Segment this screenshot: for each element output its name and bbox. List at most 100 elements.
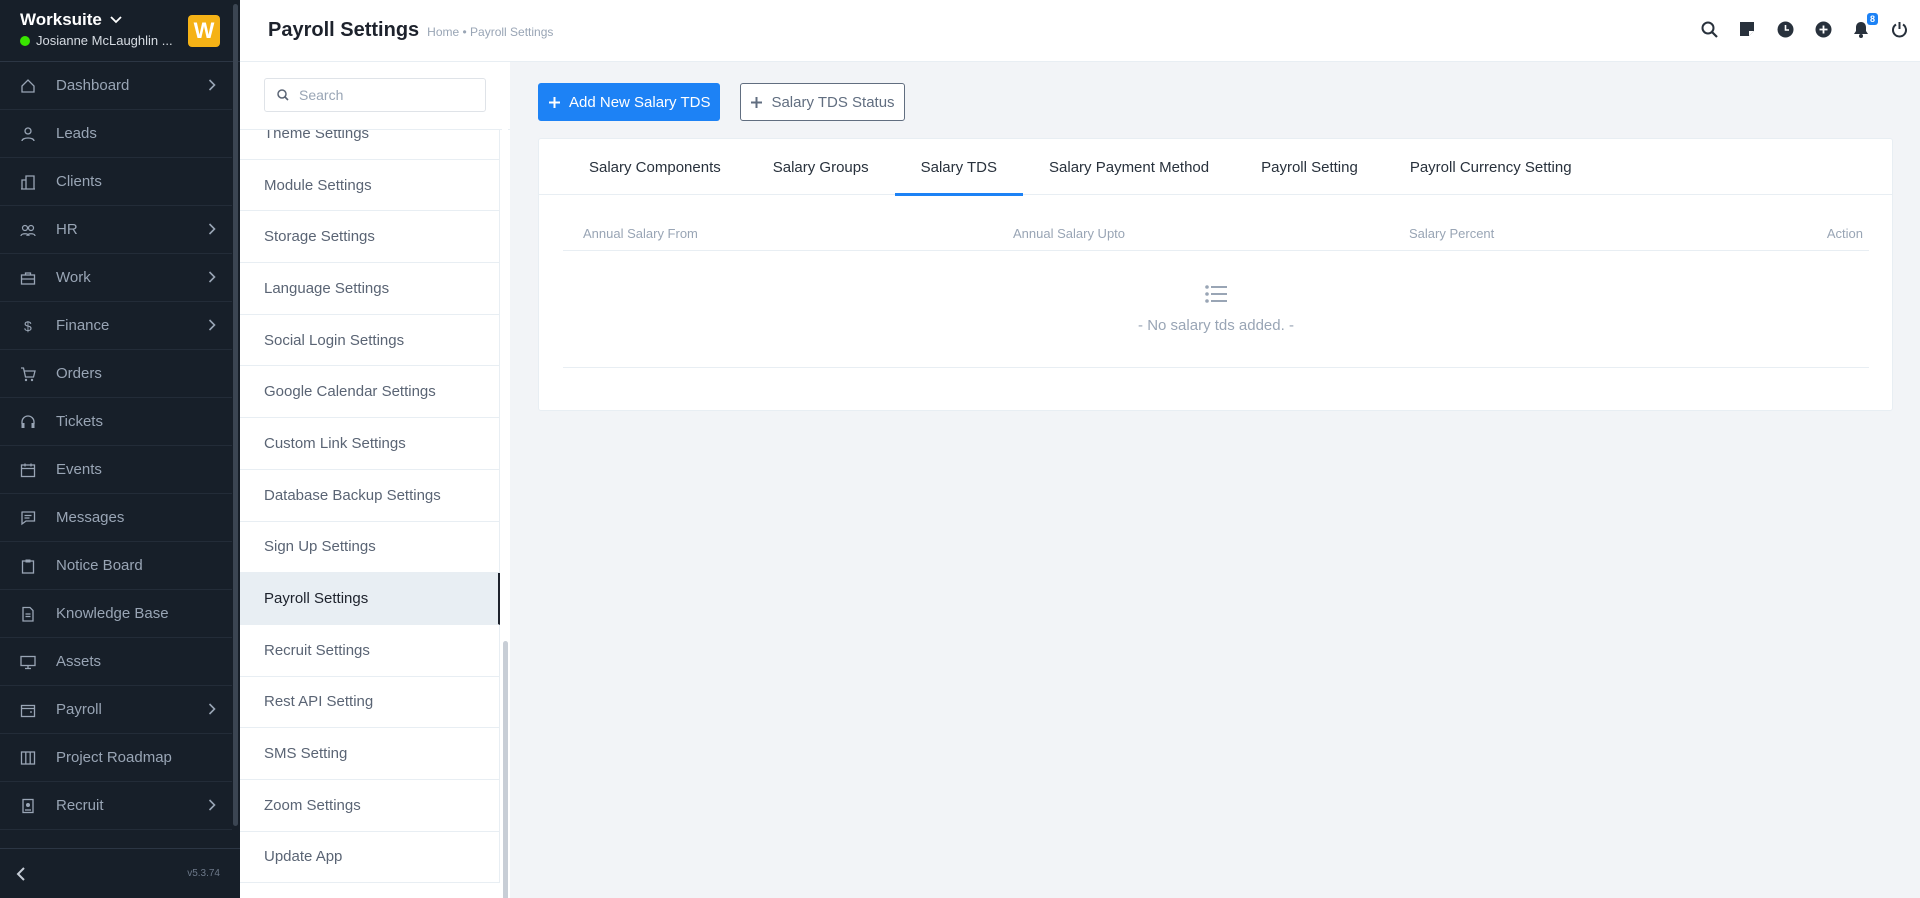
company-logo[interactable]: W [188,15,220,47]
add-salary-tds-button[interactable]: Add New Salary TDS [538,83,721,121]
sidebar-scrollbar[interactable] [233,4,238,826]
settings-item-social-login-settings[interactable]: Social Login Settings [240,314,500,367]
sidebar-item-messages[interactable]: Messages [0,494,232,542]
payroll-settings-card: Salary Components Salary Groups Salary TDS… [538,138,1893,411]
bell-icon[interactable]: 8 [1852,13,1878,38]
settings-item-language-settings[interactable]: Language Settings [240,263,500,315]
settings-scroll-thumb[interactable] [503,641,508,898]
plus-icon [549,96,560,108]
sidebar-item-clients[interactable]: Clients [0,158,232,206]
settings-item-recruit-settings[interactable]: Recruit Settings [240,624,500,677]
settings-item-update-app[interactable]: Update App [240,831,500,884]
chevron-right-icon [208,702,216,719]
settings-item-zoom-settings[interactable]: Zoom Settings [240,779,500,832]
chat-icon [20,510,36,526]
sidebar-item-recruit[interactable]: Recruit [0,782,232,830]
sidebar-item-notice-board[interactable]: Notice Board [0,542,232,590]
current-user[interactable]: Josianne McLaughlin ... [20,33,173,48]
sidebar-item-label: Dashboard [56,77,130,94]
headset-icon [20,414,36,430]
person-icon [20,126,36,142]
sidebar-item-work[interactable]: Work [0,254,232,302]
sidebar-item-payroll[interactable]: Payroll [0,686,232,734]
sidebar-item-tickets[interactable]: Tickets [0,398,232,446]
sidebar-item-label: Notice Board [56,557,143,574]
clipboard-icon [20,558,36,574]
salary-tds-status-label: Salary TDS Status [771,93,895,111]
tab-salary-payment-method[interactable]: Salary Payment Method [1023,139,1235,195]
page-title: Payroll Settings [268,19,420,41]
settings-item-rest-api-setting[interactable]: Rest API Setting [240,676,500,729]
sidebar-item-leads[interactable]: Leads [0,110,232,158]
id-badge-icon [20,798,36,814]
column-annual-salary-from: Annual Salary From [583,226,698,241]
tab-payroll-setting[interactable]: Payroll Setting [1235,139,1384,195]
settings-item-storage-settings[interactable]: Storage Settings [240,211,500,264]
sidebar-item-label: Clients [56,173,102,190]
sidebar-item-label: Finance [56,317,110,334]
add-salary-tds-label: Add New Salary TDS [569,93,711,111]
sidebar-item-finance[interactable]: $ Finance [0,302,232,350]
settings-item-payroll-settings[interactable]: Payroll Settings [240,573,500,625]
sidebar-item-label: Tickets [56,413,103,430]
app-version: v5.3.74 [187,868,220,879]
search-icon [277,89,289,101]
settings-item-sign-up-settings[interactable]: Sign Up Settings [240,521,500,574]
settings-item-module-settings[interactable]: Module Settings [240,159,500,212]
sidebar-item-label: Events [56,461,102,478]
plus-circle-icon[interactable] [1814,20,1832,38]
chevron-right-icon [208,222,216,239]
tab-payroll-currency-setting[interactable]: Payroll Currency Setting [1384,139,1598,195]
column-salary-percent: Salary Percent [1409,226,1495,241]
house-icon [20,78,36,94]
brand-header[interactable]: Worksuite Josianne McLaughlin ... W [0,0,240,62]
action-toolbar: Add New Salary TDS Salary TDS Status [538,83,905,121]
sidebar-item-project-roadmap[interactable]: Project Roadmap [0,734,232,782]
brand-name: Worksuite [20,10,102,29]
top-header: Payroll Settings Home • Payroll Settings… [240,0,1920,62]
header-actions: 8 [1700,13,1908,38]
sidebar-item-knowledge-base[interactable]: Knowledge Base [0,590,232,638]
notification-count-badge: 8 [1866,13,1878,25]
dollar-icon: $ [20,318,36,334]
sidebar-item-label: Leads [56,125,97,142]
sidebar-item-assets[interactable]: Assets [0,638,232,686]
settings-item-sms-setting[interactable]: SMS Setting [240,728,500,780]
sidebar-item-events[interactable]: Events [0,446,232,494]
svg-text:$: $ [24,318,32,334]
sidebar-item-hr[interactable]: HR [0,206,232,254]
brand-title[interactable]: Worksuite [20,10,122,30]
empty-state: - No salary tds added. - [563,251,1869,368]
settings-item-google-calendar-settings[interactable]: Google Calendar Settings [240,366,500,419]
tab-salary-components[interactable]: Salary Components [563,139,747,195]
collapse-sidebar-icon[interactable] [16,866,26,881]
settings-list-viewport: Theme Settings Module Settings Storage Set… [240,129,510,898]
settings-item-theme-settings[interactable]: Theme Settings [240,130,500,160]
salary-tds-status-button[interactable]: Salary TDS Status [740,83,905,121]
search-icon[interactable] [1700,20,1718,38]
tab-salary-tds[interactable]: Salary TDS [894,139,1024,196]
settings-item-database-backup-settings[interactable]: Database Backup Settings [240,469,500,522]
settings-menu-panel: Theme SettingsModule SettingsStorage Set… [240,62,510,898]
settings-search-input[interactable] [299,87,469,103]
sidebar-item-label: Knowledge Base [56,605,169,622]
user-name: Josianne McLaughlin ... [36,33,173,48]
settings-item-custom-link-settings[interactable]: Custom Link Settings [240,418,500,470]
settings-search-box[interactable] [264,78,486,112]
people-icon [20,222,36,238]
sidebar-item-label: Project Roadmap [56,749,172,766]
building-icon [20,174,36,190]
salary-tds-table: Annual Salary From Annual Salary Upto Sa… [563,217,1869,368]
power-icon[interactable] [1890,20,1908,38]
sticky-note-icon[interactable] [1738,20,1756,38]
clock-icon[interactable] [1776,20,1794,38]
wallet-icon [20,702,36,718]
columns-icon [20,750,36,766]
column-action: Action [1826,226,1863,241]
column-annual-salary-upto: Annual Salary Upto [1013,226,1126,241]
sidebar-item-dashboard[interactable]: Dashboard [0,62,232,110]
breadcrumb[interactable]: Home • Payroll Settings [427,25,553,39]
sidebar-item-orders[interactable]: Orders [0,350,232,398]
cart-icon [20,366,36,382]
tab-salary-groups[interactable]: Salary Groups [747,139,895,195]
